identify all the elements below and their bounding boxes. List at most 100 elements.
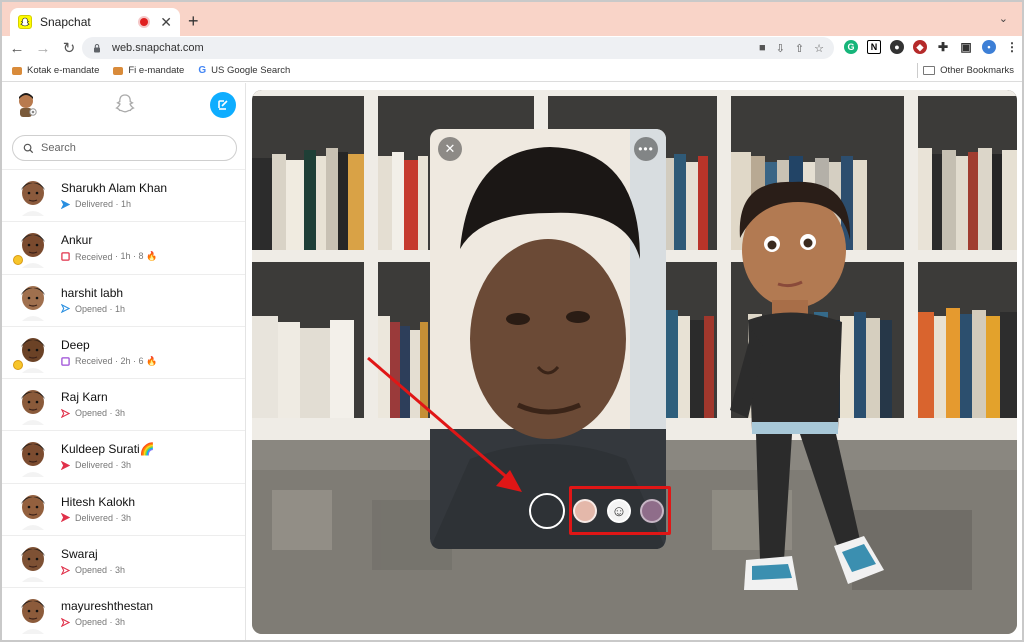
sent-snap-icon <box>61 460 70 470</box>
status-meta: · 3h <box>109 617 126 628</box>
snapchat-favicon-icon <box>18 15 32 29</box>
browser-menu-icon[interactable]: ⋮ <box>1005 40 1019 54</box>
bookmark-star-icon[interactable]: ☆ <box>814 42 824 55</box>
bookmark-google[interactable]: G US Google Search <box>198 65 290 76</box>
profile-avatar-icon[interactable]: • <box>982 40 996 54</box>
bookmark-kotak[interactable]: Kotak e-mandate <box>12 65 99 76</box>
my-bitmoji-avatar[interactable] <box>14 91 38 117</box>
chat-status: Delivered · 1h <box>61 199 131 209</box>
lens-highlight-box <box>569 486 671 535</box>
address-bar[interactable]: web.snapchat.com ■ ⇩ ⇧ ☆ <box>82 37 834 59</box>
snapchat-ghost-icon[interactable] <box>114 93 136 115</box>
opened-chat-icon <box>61 304 70 314</box>
status-text: Received <box>75 356 113 367</box>
status-text: Opened <box>75 303 108 314</box>
sidebar-header <box>2 83 245 125</box>
reload-button[interactable]: ↻ <box>58 39 80 57</box>
status-text: Delivered <box>75 460 114 471</box>
new-tab-button[interactable]: + <box>188 11 199 32</box>
status-meta: · 3h <box>109 565 126 576</box>
sent-snap-icon <box>61 513 70 523</box>
chat-status: Received · 1h · 8 🔥 <box>61 251 157 262</box>
chat-status: Opened · 3h <box>61 565 125 575</box>
friend-avatar[interactable] <box>15 490 51 530</box>
sent-chat-icon <box>61 199 70 209</box>
status-meta: · 1h · 8 🔥 <box>115 251 158 262</box>
search-bar[interactable] <box>12 135 237 161</box>
new-chat-button[interactable] <box>210 92 236 118</box>
red-extension-icon[interactable]: ◆ <box>913 40 927 54</box>
browser-toolbar: ← → ↻ web.snapchat.com ■ ⇩ ⇧ ☆ G N ● ◆ ✚… <box>2 36 1022 60</box>
camera-view: ✕ ••• ☺ <box>252 90 1017 634</box>
notion-extension-icon[interactable]: N <box>867 40 881 54</box>
status-text: Delivered <box>75 512 114 523</box>
status-meta: · 1h <box>109 303 126 314</box>
install-app-icon[interactable]: ⇩ <box>776 42 785 55</box>
other-bookmarks[interactable]: Other Bookmarks <box>923 65 1014 76</box>
friend-name: Hitesh Kalokh <box>61 494 136 509</box>
friend-avatar[interactable] <box>15 594 51 635</box>
back-button[interactable]: ← <box>6 40 28 57</box>
bookmark-fi[interactable]: Fi e-mandate <box>113 65 184 76</box>
chat-row[interactable]: Hitesh Kalokh Delivered · 3h <box>2 484 245 537</box>
tab-snapchat[interactable]: Snapchat ✕ <box>10 8 180 36</box>
bookmark-favicon-icon <box>12 66 22 75</box>
dark-extension-icon[interactable]: ● <box>890 40 904 54</box>
camera-in-use-icon[interactable]: ■ <box>759 42 766 55</box>
recording-indicator-icon <box>140 18 149 26</box>
received-snap-icon <box>61 252 70 262</box>
friend-name: Ankur <box>61 233 93 248</box>
search-icon <box>23 143 34 153</box>
chat-row[interactable]: Swaraj Opened · 3h <box>2 536 245 589</box>
friend-avatar[interactable] <box>15 437 51 478</box>
extensions-puzzle-icon[interactable]: ✚ <box>936 40 950 54</box>
friend-avatar[interactable] <box>15 281 51 321</box>
chat-row[interactable]: Sharukh Alam Khan Delivered · 1h <box>2 170 245 223</box>
friend-name: Raj Karn <box>61 390 108 405</box>
status-text: Opened <box>75 617 108 628</box>
friend-avatar[interactable] <box>15 176 51 216</box>
chat-status: Opened · 1h <box>61 304 125 314</box>
status-meta: · 2h · 6 🔥 <box>115 355 158 366</box>
tab-close-icon[interactable]: ✕ <box>160 14 172 31</box>
friend-name: Sharukh Alam Khan <box>61 181 168 195</box>
forward-button[interactable]: → <box>32 40 54 57</box>
chat-row[interactable]: harshit labh Opened · 1h <box>2 275 245 327</box>
search-input[interactable] <box>41 142 221 154</box>
bookmarks-bar: Kotak e-mandate Fi e-mandate G US Google … <box>2 60 1022 82</box>
chat-status: Opened · 3h <box>61 408 125 418</box>
received-video-icon <box>61 357 70 366</box>
opened-snap-icon <box>61 617 70 627</box>
folder-icon <box>923 66 936 75</box>
share-icon[interactable]: ⇧ <box>795 42 804 55</box>
browser-window: Snapchat ✕ + ⌄ ← → ↻ web.snapchat.com ■ … <box>0 0 1024 642</box>
tab-title: Snapchat <box>40 15 91 29</box>
status-meta: · 3h <box>109 408 126 419</box>
grammarly-extension-icon[interactable]: G <box>844 40 858 54</box>
bookmarks-divider <box>917 63 918 78</box>
chat-row[interactable]: Raj Karn Opened · 3h <box>2 379 245 432</box>
google-icon: G <box>198 65 207 76</box>
friend-name: Kuldeep Surati🌈 <box>61 442 155 457</box>
opened-snap-icon <box>61 408 70 418</box>
friend-avatar[interactable] <box>15 542 51 583</box>
friend-avatar[interactable] <box>15 385 51 426</box>
tab-strip: Snapchat ✕ + ⌄ <box>2 2 1022 36</box>
status-meta: · 3h <box>115 512 132 523</box>
chat-status: Delivered · 3h <box>61 460 131 470</box>
status-text: Opened <box>75 565 108 576</box>
friend-name: Swaraj <box>61 547 98 562</box>
chat-row[interactable]: Deep Received · 2h · 6 🔥 <box>2 327 245 380</box>
chat-sidebar: Sharukh Alam Khan Delivered · 1h Ankur R… <box>2 83 246 640</box>
status-text: Delivered <box>75 199 114 209</box>
chat-status: Received · 2h · 6 🔥 <box>61 356 157 367</box>
url-text: web.snapchat.com <box>112 42 204 54</box>
side-panel-icon[interactable]: ▣ <box>959 40 973 54</box>
status-text: Received <box>75 251 113 262</box>
lock-icon <box>94 44 100 53</box>
annotation-arrow <box>367 356 522 492</box>
chat-row[interactable]: Kuldeep Surati🌈 Delivered · 3h <box>2 431 245 484</box>
chat-row[interactable]: Ankur Received · 1h · 8 🔥 <box>2 222 245 275</box>
chat-row[interactable]: mayureshthestan Opened · 3h <box>2 588 245 640</box>
tab-search-chevron-icon[interactable]: ⌄ <box>999 12 1008 25</box>
